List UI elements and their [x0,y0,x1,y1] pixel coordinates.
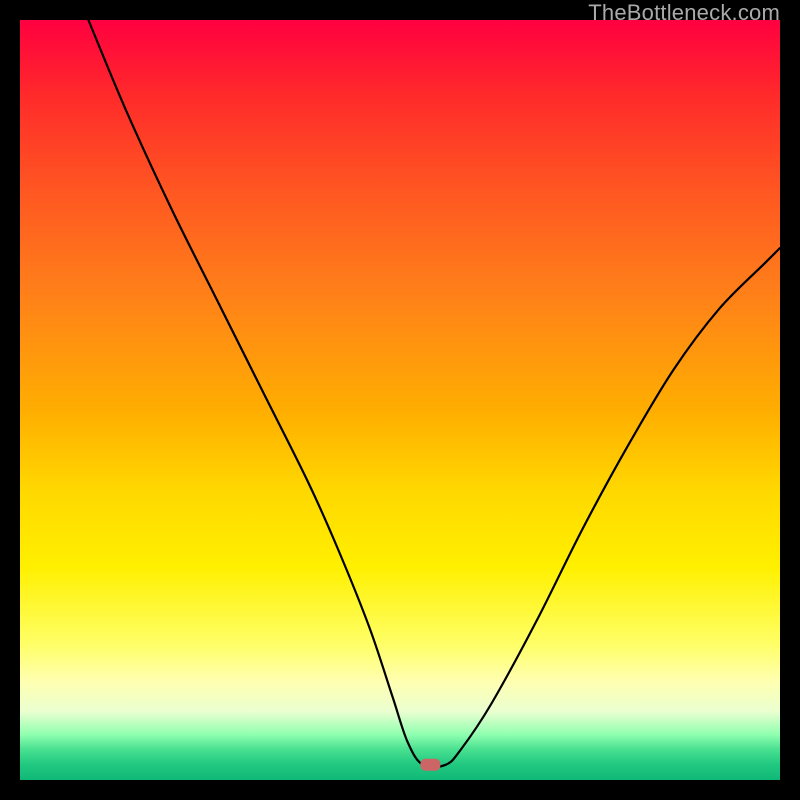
bottleneck-curve [20,20,780,780]
chart-frame: TheBottleneck.com [0,0,800,800]
minimum-marker [420,759,440,771]
watermark-text: TheBottleneck.com [588,0,780,26]
plot-area [20,20,780,780]
